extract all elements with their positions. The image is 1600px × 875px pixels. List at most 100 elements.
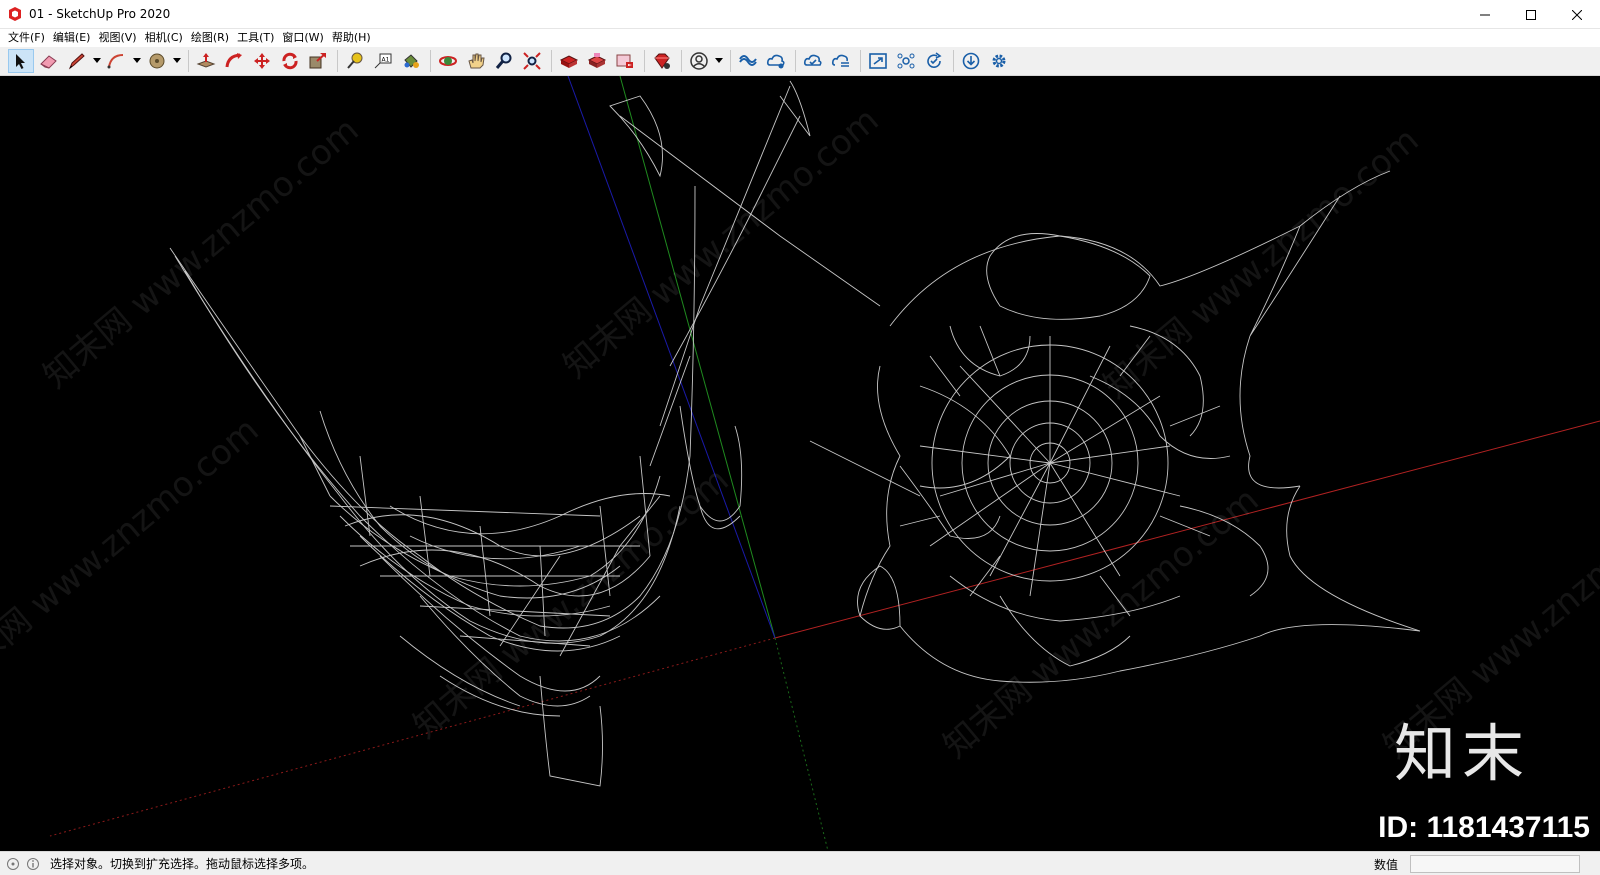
layout-button[interactable] — [612, 49, 638, 73]
pencil-icon — [68, 53, 85, 70]
menu-file[interactable]: 文件(F) — [4, 29, 49, 47]
measurements-input[interactable] — [1410, 855, 1580, 873]
settings-button[interactable] — [986, 49, 1012, 73]
toolbar-separator — [860, 50, 861, 72]
tape-measure-tool[interactable] — [342, 49, 368, 73]
arc-icon — [107, 54, 124, 69]
magnifier-icon — [495, 52, 512, 69]
arc-tool-dropdown[interactable] — [132, 49, 142, 73]
gear-icon — [992, 54, 1006, 68]
cloud-list-icon — [831, 54, 849, 67]
text-tool[interactable]: A1 — [370, 49, 396, 73]
arc-tool[interactable] — [104, 49, 130, 73]
shapes-tool-dropdown[interactable] — [172, 49, 182, 73]
cloud-check-icon — [803, 54, 822, 66]
chevron-down-icon — [133, 58, 141, 63]
link-icon — [739, 55, 757, 66]
tape-measure-icon — [347, 52, 363, 69]
menu-tools[interactable]: 工具(T) — [233, 29, 278, 47]
eraser-tool[interactable] — [36, 49, 62, 73]
chevron-down-icon — [173, 58, 181, 63]
window-controls — [1462, 0, 1600, 29]
minimize-icon — [1480, 14, 1490, 15]
rotate-tool[interactable] — [277, 49, 303, 73]
account-dropdown[interactable] — [714, 49, 724, 73]
move-icon — [254, 53, 270, 69]
zoom-tool[interactable] — [491, 49, 517, 73]
menu-bar: 文件(F) 编辑(E) 视图(V) 相机(C) 绘图(R) 工具(T) 窗口(W… — [0, 29, 1600, 47]
cloud-upload-button[interactable] — [763, 49, 789, 73]
zoom-extents-tool[interactable] — [519, 49, 545, 73]
status-message: 选择对象。切换到扩充选择。拖动鼠标选择多项。 — [50, 857, 315, 871]
status-bar: 选择对象。切换到扩充选择。拖动鼠标选择多项。 数值 — [0, 851, 1600, 875]
trimble-connect-button[interactable] — [735, 49, 761, 73]
red-axis-negative — [49, 637, 776, 837]
cloud-list-button[interactable] — [828, 49, 854, 73]
line-tool-dropdown[interactable] — [92, 49, 102, 73]
menu-window[interactable]: 窗口(W) — [278, 29, 327, 47]
hand-icon — [468, 53, 485, 69]
frame-button[interactable] — [865, 49, 891, 73]
green-axis-negative — [774, 637, 829, 851]
extension-icon — [587, 53, 607, 68]
large-toolset: A1 — [0, 47, 1600, 76]
cloud-icon — [766, 54, 785, 69]
chevron-down-icon — [715, 58, 723, 63]
close-button[interactable] — [1554, 0, 1600, 29]
line-tool[interactable] — [64, 49, 90, 73]
orbit-tool[interactable] — [435, 49, 461, 73]
download-icon — [962, 52, 980, 70]
toolbar-separator — [953, 50, 954, 72]
push-pull-tool[interactable] — [193, 49, 219, 73]
menu-view[interactable]: 视图(V) — [94, 29, 140, 47]
shapes-tool[interactable] — [144, 49, 170, 73]
measurements-label: 数值 — [1374, 858, 1399, 872]
toolbar-separator — [188, 50, 189, 72]
select-tool[interactable] — [8, 49, 34, 73]
extension-manager-button[interactable] — [649, 49, 675, 73]
toolbar-separator — [644, 50, 645, 72]
menu-draw[interactable]: 绘图(R) — [187, 29, 233, 47]
refresh-button[interactable] — [921, 49, 947, 73]
eraser-icon — [40, 55, 57, 69]
scale-tool[interactable] — [305, 49, 331, 73]
extension-warehouse-button[interactable] — [584, 49, 610, 73]
brand-logo: 知末 — [1393, 717, 1530, 790]
paint-bucket-tool[interactable] — [398, 49, 424, 73]
chevron-down-icon — [93, 58, 101, 63]
download-button[interactable] — [958, 49, 984, 73]
toolbar-separator — [430, 50, 431, 72]
title-bar: 01 - SketchUp Pro 2020 — [0, 0, 1600, 29]
account-button[interactable] — [686, 49, 712, 73]
user-icon — [690, 52, 708, 70]
menu-camera[interactable]: 相机(C) — [141, 29, 187, 47]
cloud-sync-button[interactable] — [800, 49, 826, 73]
zoom-extents-icon — [523, 52, 541, 70]
toolbar-separator — [730, 50, 731, 72]
menu-help[interactable]: 帮助(H) — [328, 29, 375, 47]
geolocation-icon[interactable] — [6, 857, 20, 871]
window-title: 01 - SketchUp Pro 2020 — [29, 7, 171, 21]
push-pull-icon — [196, 53, 216, 68]
sketchup-logo-icon — [9, 7, 21, 21]
3d-warehouse-button[interactable] — [556, 49, 582, 73]
network-button[interactable] — [893, 49, 919, 73]
maximize-button[interactable] — [1508, 0, 1554, 29]
orbit-icon — [439, 56, 457, 66]
frame-icon — [869, 53, 887, 69]
ruby-icon — [654, 53, 670, 69]
toolbar-separator — [795, 50, 796, 72]
image-id-label: ID: 1181437115 — [1378, 811, 1590, 844]
menu-edit[interactable]: 编辑(E) — [49, 29, 95, 47]
info-icon[interactable] — [26, 857, 40, 871]
follow-me-icon — [225, 53, 242, 68]
maximize-icon — [1526, 9, 1536, 20]
layout-icon — [616, 54, 633, 68]
pan-tool[interactable] — [463, 49, 489, 73]
circle-icon — [149, 53, 165, 69]
close-icon — [1572, 9, 1582, 20]
minimize-button[interactable] — [1462, 0, 1508, 29]
move-tool[interactable] — [249, 49, 275, 73]
drawing-viewport[interactable]: 知末网 www.znzmo.com 知末网 www.znzmo.com 知末网 … — [0, 76, 1600, 851]
follow-me-tool[interactable] — [221, 49, 247, 73]
